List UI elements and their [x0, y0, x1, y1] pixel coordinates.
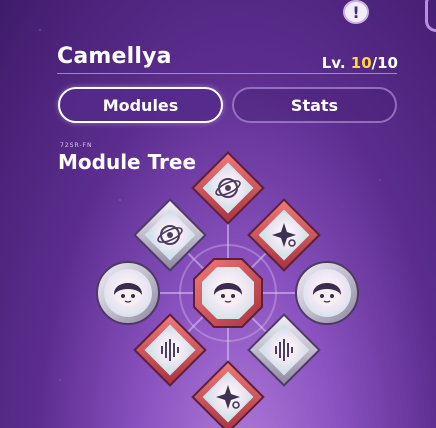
module-node-top[interactable]	[191, 151, 265, 225]
module-tree	[96, 151, 359, 428]
module-node-right[interactable]	[295, 261, 359, 325]
module-node-left[interactable]	[96, 261, 160, 325]
module-node-bottom[interactable]	[191, 360, 265, 428]
module-node-center[interactable]	[193, 258, 263, 328]
